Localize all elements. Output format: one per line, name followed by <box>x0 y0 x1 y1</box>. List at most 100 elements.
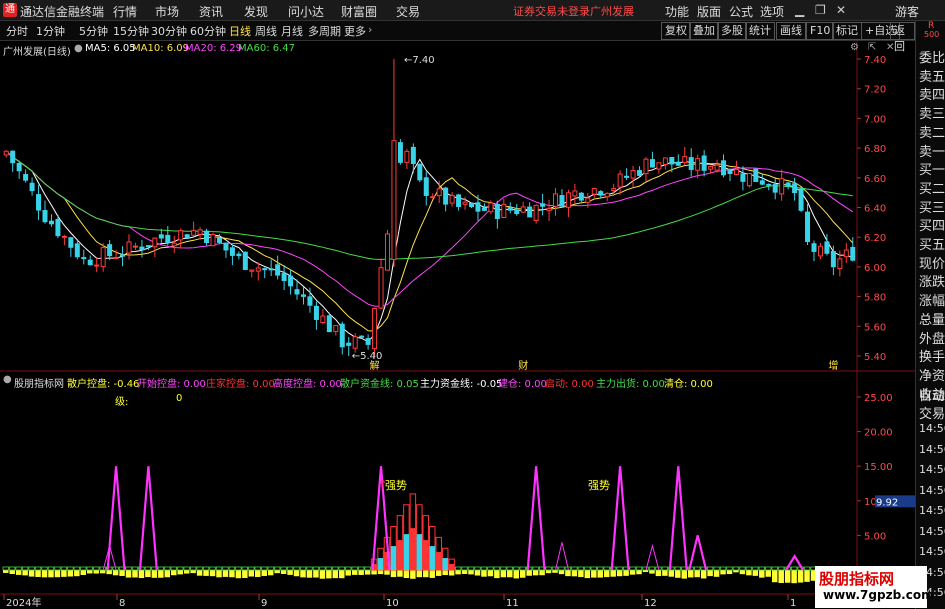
fund-bar <box>726 566 733 571</box>
candle-body <box>759 180 765 185</box>
fund-bar <box>351 566 358 571</box>
fund-bar <box>642 566 649 571</box>
retail-bar <box>138 570 145 579</box>
candle-body <box>397 142 403 163</box>
side-item-17[interactable]: 净资 <box>919 365 945 384</box>
strong-annotation-1: 强势 <box>385 479 407 492</box>
retail-bar <box>216 570 222 578</box>
retail-bar <box>61 570 67 577</box>
retail-bar <box>93 570 99 574</box>
fund-bar <box>248 566 255 571</box>
indicator-title: 股朋指标网 <box>14 379 64 390</box>
candle-body <box>333 325 339 333</box>
fund-bar <box>196 566 203 571</box>
side-item-0[interactable]: 委比 <box>919 47 945 66</box>
retail-bar <box>435 570 442 576</box>
candle-body <box>23 174 29 181</box>
candle-body <box>436 188 442 197</box>
side-item-9[interactable]: 买四 <box>919 215 945 234</box>
candle-body <box>643 158 649 175</box>
side-time-item-1: 14:56 <box>919 442 945 456</box>
side-item-3[interactable]: 卖三 <box>919 103 945 122</box>
price-tick-label: 7.20 <box>864 85 886 96</box>
retail-bar <box>765 570 772 577</box>
candle-body <box>29 182 35 192</box>
candle-body <box>811 243 817 252</box>
retail-bar <box>125 570 132 578</box>
candle-body <box>42 210 48 223</box>
fund-bar <box>286 566 294 571</box>
fund-bar <box>519 566 526 571</box>
side-item-14[interactable]: 总量 <box>919 309 945 328</box>
side-item-11[interactable]: 现价 <box>919 253 945 272</box>
candle-body <box>313 305 319 320</box>
fund-bar <box>571 566 578 571</box>
price-tick-label: 6.80 <box>864 144 886 155</box>
fund-bar <box>54 566 61 571</box>
retail-bar <box>287 570 293 575</box>
retail-bar <box>423 570 429 578</box>
side-item-16[interactable]: 换手 <box>919 346 945 365</box>
retail-bar <box>584 570 591 579</box>
spike-1 <box>138 466 158 571</box>
retail-bar <box>112 570 119 576</box>
kline-chart[interactable]: 7.40 7.20 7.00 6.80 6.60 6.40 6.20 6.00 5.80 5.60… <box>0 0 945 609</box>
candle-body <box>36 194 42 211</box>
retail-bar <box>280 570 287 574</box>
side-item-4[interactable]: 卖二 <box>919 122 945 141</box>
expand-icon[interactable]: ⇱ <box>868 42 876 53</box>
candle-body <box>184 234 190 239</box>
candle-body <box>132 245 138 248</box>
candle-body <box>16 163 22 172</box>
side-item-1[interactable]: 卖五 <box>919 66 945 85</box>
price-tick-label: 5.60 <box>864 322 886 333</box>
retail-bar <box>519 570 526 578</box>
candle-body <box>546 207 552 212</box>
price-tick-label: 7.00 <box>864 114 886 125</box>
side-item-12[interactable]: 涨跌 <box>919 271 945 290</box>
candle-body <box>249 269 255 272</box>
retail-bar <box>429 570 435 578</box>
chart-title: 广州发展(日线) <box>3 47 71 58</box>
ma5-label: MA5: 6.05 <box>85 43 136 54</box>
candle-body <box>727 170 733 175</box>
side-item-2[interactable]: 卖四 <box>919 84 945 103</box>
side-item-8[interactable]: 买三 <box>919 197 945 216</box>
side-item-15[interactable]: 外盘 <box>919 328 945 347</box>
settings-gear-icon[interactable]: ⚙ <box>850 42 859 53</box>
side-lower-item-0[interactable]: 自动 <box>919 385 945 404</box>
level-label: 级: <box>115 397 129 408</box>
fund-bar <box>325 566 332 571</box>
close-pane-icon[interactable]: ✕ <box>886 42 894 53</box>
retail-bar <box>539 570 545 576</box>
retail-bar <box>183 570 190 574</box>
side-item-5[interactable]: 卖一 <box>919 141 945 160</box>
side-item-10[interactable]: 买五 <box>919 234 945 253</box>
retail-bar <box>397 570 403 577</box>
candle-body <box>120 254 126 257</box>
retail-bar <box>513 570 520 579</box>
price-tick-label: 6.20 <box>864 233 886 244</box>
retail-bar <box>222 570 229 577</box>
fund-bar <box>474 566 481 571</box>
retail-bar <box>526 570 532 576</box>
side-item-7[interactable]: 买二 <box>919 178 945 197</box>
watermark-line1: 股朋指标网 <box>819 570 895 588</box>
fund-bar <box>706 566 714 571</box>
fund-bar <box>183 566 190 571</box>
fund-bar <box>2 566 9 571</box>
retail-bar <box>293 570 300 577</box>
side-item-6[interactable]: 买一 <box>919 159 945 178</box>
retail-bar <box>177 570 183 575</box>
candle-body <box>488 202 494 213</box>
side-lower-item-1[interactable]: 交易 <box>919 403 945 422</box>
price-tick-label: 5.40 <box>864 352 886 363</box>
fund-bar <box>235 566 242 571</box>
retail-bar <box>500 570 507 578</box>
retail-bar <box>3 570 9 573</box>
candle-body <box>307 296 313 306</box>
retail-bar <box>35 570 41 577</box>
fund-bar <box>487 566 494 571</box>
fund-bar <box>545 566 552 571</box>
side-item-13[interactable]: 涨幅 <box>919 290 945 309</box>
